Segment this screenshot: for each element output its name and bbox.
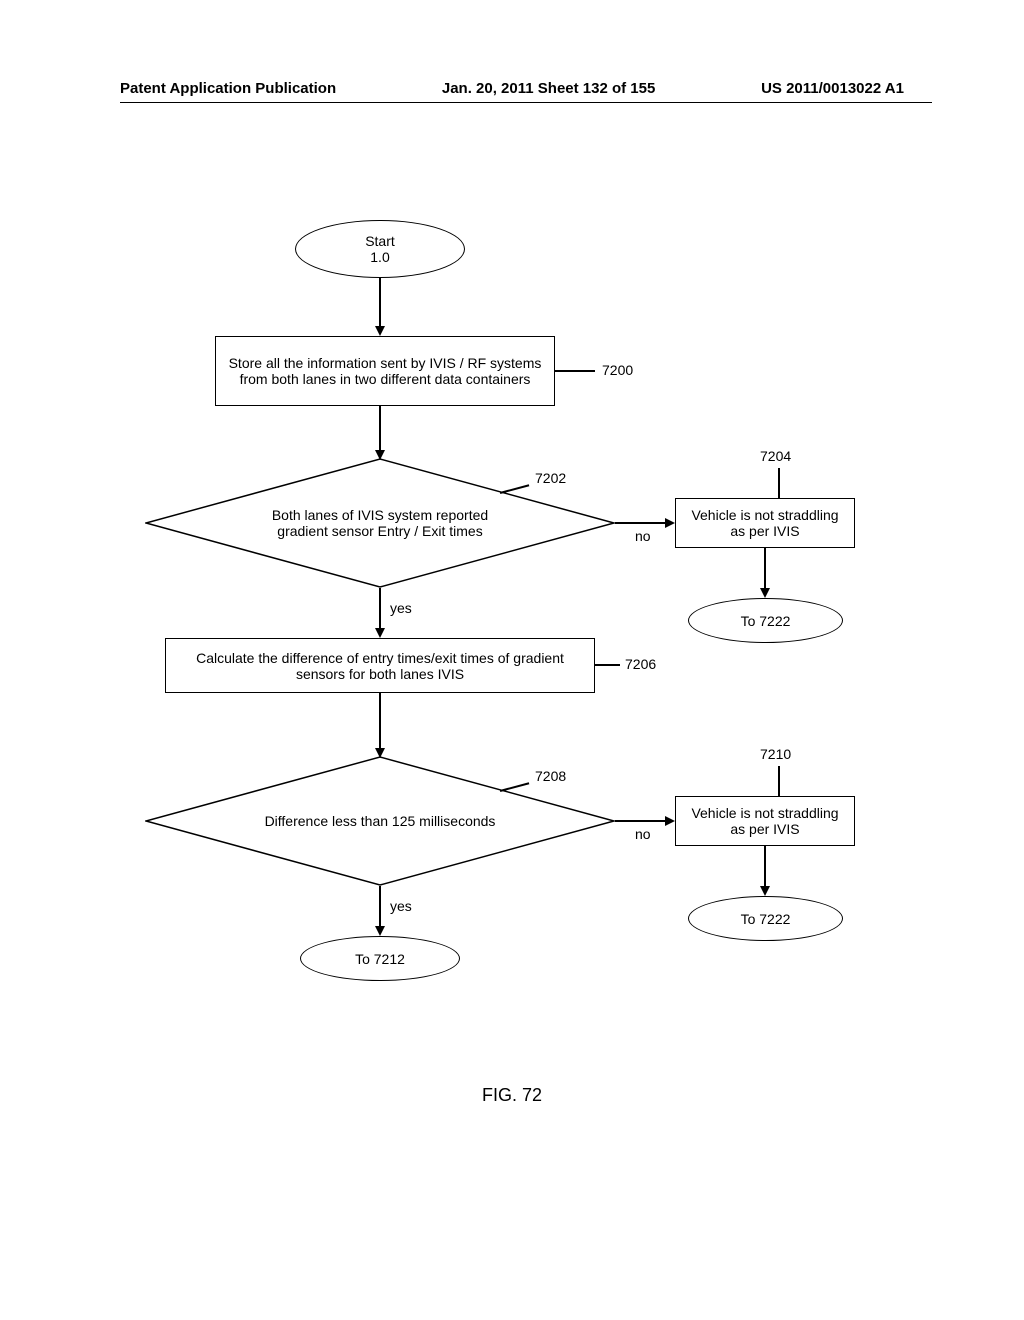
connector-7222-a-text: To 7222 <box>741 613 791 629</box>
arrowhead-icon <box>375 628 385 638</box>
yes-label-2: yes <box>390 898 412 914</box>
ref-7208: 7208 <box>535 768 566 784</box>
leader-line <box>778 766 780 796</box>
yes-label-1: yes <box>390 600 412 616</box>
no-label-2: no <box>635 826 651 842</box>
start-node: Start 1.0 <box>295 220 465 278</box>
not-straddling-text-2: Vehicle is not straddling as per IVIS <box>688 805 842 837</box>
ref-7210: 7210 <box>760 746 791 762</box>
no-label-1: no <box>635 528 651 544</box>
ref-7200: 7200 <box>602 362 633 378</box>
calculate-diff-text: Calculate the difference of entry times/… <box>178 650 582 682</box>
arrowhead-icon <box>375 326 385 336</box>
decision-7202-text: Both lanes of IVIS system reported gradi… <box>250 507 510 539</box>
leader-line <box>595 664 620 666</box>
figure-title: FIG. 72 <box>0 1085 1024 1106</box>
connector-7222-a: To 7222 <box>688 598 843 643</box>
arrow <box>764 548 766 588</box>
leader-line <box>778 468 780 498</box>
ref-7202: 7202 <box>535 470 566 486</box>
connector-7222-b: To 7222 <box>688 896 843 941</box>
arrow <box>615 820 665 822</box>
arrowhead-icon <box>665 816 675 826</box>
arrowhead-icon <box>665 518 675 528</box>
start-text-2: 1.0 <box>370 249 389 265</box>
flowchart-diagram: Start 1.0 Store all the information sent… <box>0 200 1024 1200</box>
ref-7204: 7204 <box>760 448 791 464</box>
connector-7222-b-text: To 7222 <box>741 911 791 927</box>
header: Patent Application Publication Jan. 20, … <box>0 80 1024 97</box>
connector-7212-text: To 7212 <box>355 951 405 967</box>
arrow <box>615 522 665 524</box>
start-text-1: Start <box>365 233 395 249</box>
not-straddling-text-1: Vehicle is not straddling as per IVIS <box>688 507 842 539</box>
header-right: US 2011/0013022 A1 <box>761 80 904 97</box>
arrow <box>379 693 381 748</box>
arrow <box>379 406 381 450</box>
leader-line <box>555 370 595 372</box>
arrowhead-icon <box>760 886 770 896</box>
header-left: Patent Application Publication <box>120 80 336 97</box>
header-divider <box>120 102 932 103</box>
connector-7212: To 7212 <box>300 936 460 981</box>
not-straddling-box-2: Vehicle is not straddling as per IVIS <box>675 796 855 846</box>
arrow <box>379 886 381 926</box>
arrowhead-icon <box>760 588 770 598</box>
arrow <box>379 278 381 326</box>
not-straddling-box-1: Vehicle is not straddling as per IVIS <box>675 498 855 548</box>
arrowhead-icon <box>375 926 385 936</box>
store-info-box: Store all the information sent by IVIS /… <box>215 336 555 406</box>
store-info-text: Store all the information sent by IVIS /… <box>228 355 542 387</box>
ref-7206: 7206 <box>625 656 656 672</box>
calculate-diff-box: Calculate the difference of entry times/… <box>165 638 595 693</box>
decision-7208-text: Difference less than 125 milliseconds <box>265 813 496 829</box>
arrow <box>764 846 766 886</box>
arrow <box>379 588 381 628</box>
header-center: Jan. 20, 2011 Sheet 132 of 155 <box>442 80 655 97</box>
